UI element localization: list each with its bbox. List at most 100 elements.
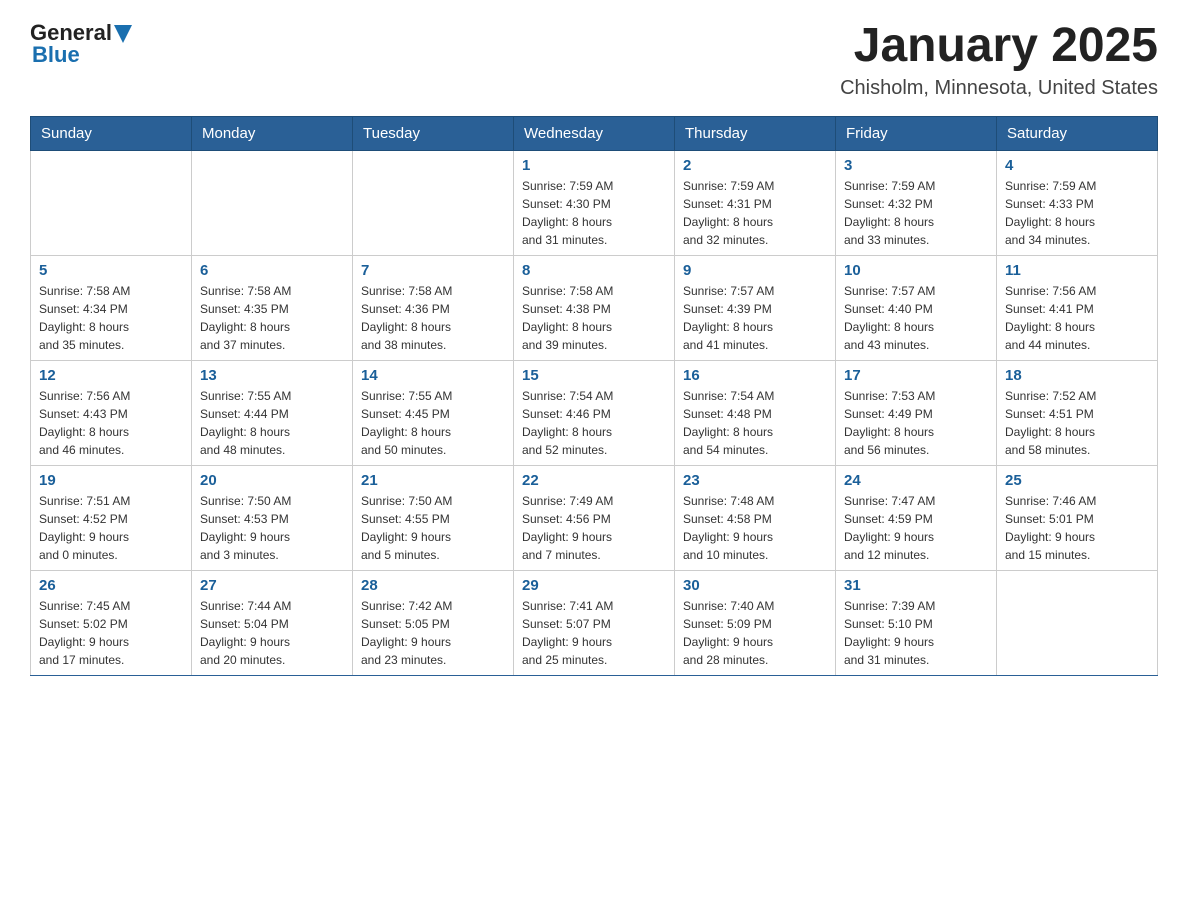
calendar-cell: 7 Sunrise: 7:58 AMSunset: 4:36 PMDaylight…: [353, 255, 514, 360]
day-info: Sunrise: 7:42 AMSunset: 5:05 PMDaylight:…: [361, 597, 505, 669]
calendar-cell: 12Sunrise: 7:56 AMSunset: 4:43 PMDayligh…: [31, 360, 192, 465]
calendar-cell: 16 Sunrise: 7:54 AMSunset: 4:48 PMDayligh…: [675, 360, 836, 465]
calendar-cell: 2 Sunrise: 7:59 AMSunset: 4:31 PMDaylight…: [675, 150, 836, 255]
calendar-week-3: 12Sunrise: 7:56 AMSunset: 4:43 PMDayligh…: [31, 360, 1158, 465]
day-info: Sunrise: 7:39 AMSunset: 5:10 PMDaylight:…: [844, 597, 988, 669]
day-header-friday: Friday: [836, 116, 997, 150]
day-info: Sunrise: 7:59 AMSunset: 4:33 PMDaylight:…: [1005, 177, 1149, 249]
day-info: Sunrise: 7:50 AMSunset: 4:55 PMDaylight:…: [361, 492, 505, 564]
calendar-cell: 19 Sunrise: 7:51 AMSunset: 4:52 PMDayligh…: [31, 465, 192, 570]
logo-blue-text: Blue: [32, 42, 80, 68]
day-info: Sunrise: 7:57 AMSunset: 4:39 PMDaylight:…: [683, 282, 827, 354]
day-number: 29: [522, 577, 666, 594]
day-info: Sunrise: 7:52 AMSunset: 4:51 PMDaylight:…: [1005, 387, 1149, 459]
day-number: 4: [1005, 157, 1149, 174]
day-info: Sunrise: 7:45 AMSunset: 5:02 PMDaylight:…: [39, 597, 183, 669]
day-number: 12: [39, 367, 183, 384]
day-info: Sunrise: 7:59 AMSunset: 4:30 PMDaylight:…: [522, 177, 666, 249]
day-header-saturday: Saturday: [997, 116, 1158, 150]
day-number: 7: [361, 262, 505, 279]
day-info: Sunrise: 7:48 AMSunset: 4:58 PMDaylight:…: [683, 492, 827, 564]
day-number: 31: [844, 577, 988, 594]
day-info: Sunrise: 7:41 AMSunset: 5:07 PMDaylight:…: [522, 597, 666, 669]
day-number: 10: [844, 262, 988, 279]
calendar-cell: 6 Sunrise: 7:58 AMSunset: 4:35 PMDaylight…: [192, 255, 353, 360]
day-info: Sunrise: 7:50 AMSunset: 4:53 PMDaylight:…: [200, 492, 344, 564]
day-info: Sunrise: 7:49 AMSunset: 4:56 PMDaylight:…: [522, 492, 666, 564]
day-header-tuesday: Tuesday: [353, 116, 514, 150]
day-header-thursday: Thursday: [675, 116, 836, 150]
calendar-cell: 4 Sunrise: 7:59 AMSunset: 4:33 PMDaylight…: [997, 150, 1158, 255]
calendar-table: SundayMondayTuesdayWednesdayThursdayFrid…: [30, 116, 1158, 676]
day-number: 30: [683, 577, 827, 594]
day-number: 22: [522, 472, 666, 489]
day-info: Sunrise: 7:58 AMSunset: 4:36 PMDaylight:…: [361, 282, 505, 354]
day-header-monday: Monday: [192, 116, 353, 150]
day-info: Sunrise: 7:54 AMSunset: 4:48 PMDaylight:…: [683, 387, 827, 459]
day-info: Sunrise: 7:58 AMSunset: 4:38 PMDaylight:…: [522, 282, 666, 354]
day-number: 20: [200, 472, 344, 489]
calendar-cell: 10 Sunrise: 7:57 AMSunset: 4:40 PMDayligh…: [836, 255, 997, 360]
calendar-cell: 1Sunrise: 7:59 AMSunset: 4:30 PMDaylight…: [514, 150, 675, 255]
calendar-week-5: 26 Sunrise: 7:45 AMSunset: 5:02 PMDayligh…: [31, 570, 1158, 675]
calendar-cell: 27 Sunrise: 7:44 AMSunset: 5:04 PMDayligh…: [192, 570, 353, 675]
calendar-cell: 22 Sunrise: 7:49 AMSunset: 4:56 PMDayligh…: [514, 465, 675, 570]
calendar-cell: 31 Sunrise: 7:39 AMSunset: 5:10 PMDayligh…: [836, 570, 997, 675]
calendar-cell: 17 Sunrise: 7:53 AMSunset: 4:49 PMDayligh…: [836, 360, 997, 465]
day-info: Sunrise: 7:56 AMSunset: 4:41 PMDaylight:…: [1005, 282, 1149, 354]
day-info: Sunrise: 7:57 AMSunset: 4:40 PMDaylight:…: [844, 282, 988, 354]
day-info: Sunrise: 7:55 AMSunset: 4:44 PMDaylight:…: [200, 387, 344, 459]
calendar-cell: 28 Sunrise: 7:42 AMSunset: 5:05 PMDayligh…: [353, 570, 514, 675]
calendar-cell: 25Sunrise: 7:46 AMSunset: 5:01 PMDayligh…: [997, 465, 1158, 570]
calendar-cell: 3 Sunrise: 7:59 AMSunset: 4:32 PMDaylight…: [836, 150, 997, 255]
calendar-header-row: SundayMondayTuesdayWednesdayThursdayFrid…: [31, 116, 1158, 150]
day-info: Sunrise: 7:55 AMSunset: 4:45 PMDaylight:…: [361, 387, 505, 459]
calendar-cell: 5Sunrise: 7:58 AMSunset: 4:34 PMDaylight…: [31, 255, 192, 360]
day-number: 24: [844, 472, 988, 489]
day-info: Sunrise: 7:53 AMSunset: 4:49 PMDaylight:…: [844, 387, 988, 459]
calendar-cell: 23 Sunrise: 7:48 AMSunset: 4:58 PMDayligh…: [675, 465, 836, 570]
calendar-cell: 20 Sunrise: 7:50 AMSunset: 4:53 PMDayligh…: [192, 465, 353, 570]
day-number: 17: [844, 367, 988, 384]
calendar-cell: 26 Sunrise: 7:45 AMSunset: 5:02 PMDayligh…: [31, 570, 192, 675]
day-number: 2: [683, 157, 827, 174]
day-number: 19: [39, 472, 183, 489]
calendar-cell: 9 Sunrise: 7:57 AMSunset: 4:39 PMDaylight…: [675, 255, 836, 360]
day-number: 27: [200, 577, 344, 594]
day-info: Sunrise: 7:44 AMSunset: 5:04 PMDaylight:…: [200, 597, 344, 669]
day-number: 15: [522, 367, 666, 384]
calendar-cell: 30Sunrise: 7:40 AMSunset: 5:09 PMDayligh…: [675, 570, 836, 675]
day-number: 26: [39, 577, 183, 594]
day-header-sunday: Sunday: [31, 116, 192, 150]
day-number: 11: [1005, 262, 1149, 279]
day-info: Sunrise: 7:47 AMSunset: 4:59 PMDaylight:…: [844, 492, 988, 564]
day-info: Sunrise: 7:59 AMSunset: 4:32 PMDaylight:…: [844, 177, 988, 249]
day-number: 3: [844, 157, 988, 174]
calendar-week-1: 1Sunrise: 7:59 AMSunset: 4:30 PMDaylight…: [31, 150, 1158, 255]
calendar-cell: 14 Sunrise: 7:55 AMSunset: 4:45 PMDayligh…: [353, 360, 514, 465]
calendar-cell: [192, 150, 353, 255]
day-number: 23: [683, 472, 827, 489]
day-number: 13: [200, 367, 344, 384]
day-number: 14: [361, 367, 505, 384]
calendar-cell: 24 Sunrise: 7:47 AMSunset: 4:59 PMDayligh…: [836, 465, 997, 570]
day-info: Sunrise: 7:59 AMSunset: 4:31 PMDaylight:…: [683, 177, 827, 249]
day-number: 6: [200, 262, 344, 279]
calendar-cell: [997, 570, 1158, 675]
day-number: 5: [39, 262, 183, 279]
calendar-cell: 29 Sunrise: 7:41 AMSunset: 5:07 PMDayligh…: [514, 570, 675, 675]
calendar-cell: [353, 150, 514, 255]
month-title: January 2025: [840, 20, 1158, 73]
day-info: Sunrise: 7:58 AMSunset: 4:35 PMDaylight:…: [200, 282, 344, 354]
day-info: Sunrise: 7:51 AMSunset: 4:52 PMDaylight:…: [39, 492, 183, 564]
logo: General Blue: [30, 20, 132, 68]
day-number: 9: [683, 262, 827, 279]
day-number: 8: [522, 262, 666, 279]
day-number: 28: [361, 577, 505, 594]
calendar-cell: 15Sunrise: 7:54 AMSunset: 4:46 PMDayligh…: [514, 360, 675, 465]
title-section: January 2025 Chisholm, Minnesota, United…: [840, 20, 1158, 100]
calendar-cell: [31, 150, 192, 255]
calendar-week-4: 19 Sunrise: 7:51 AMSunset: 4:52 PMDayligh…: [31, 465, 1158, 570]
day-number: 16: [683, 367, 827, 384]
calendar-week-2: 5Sunrise: 7:58 AMSunset: 4:34 PMDaylight…: [31, 255, 1158, 360]
